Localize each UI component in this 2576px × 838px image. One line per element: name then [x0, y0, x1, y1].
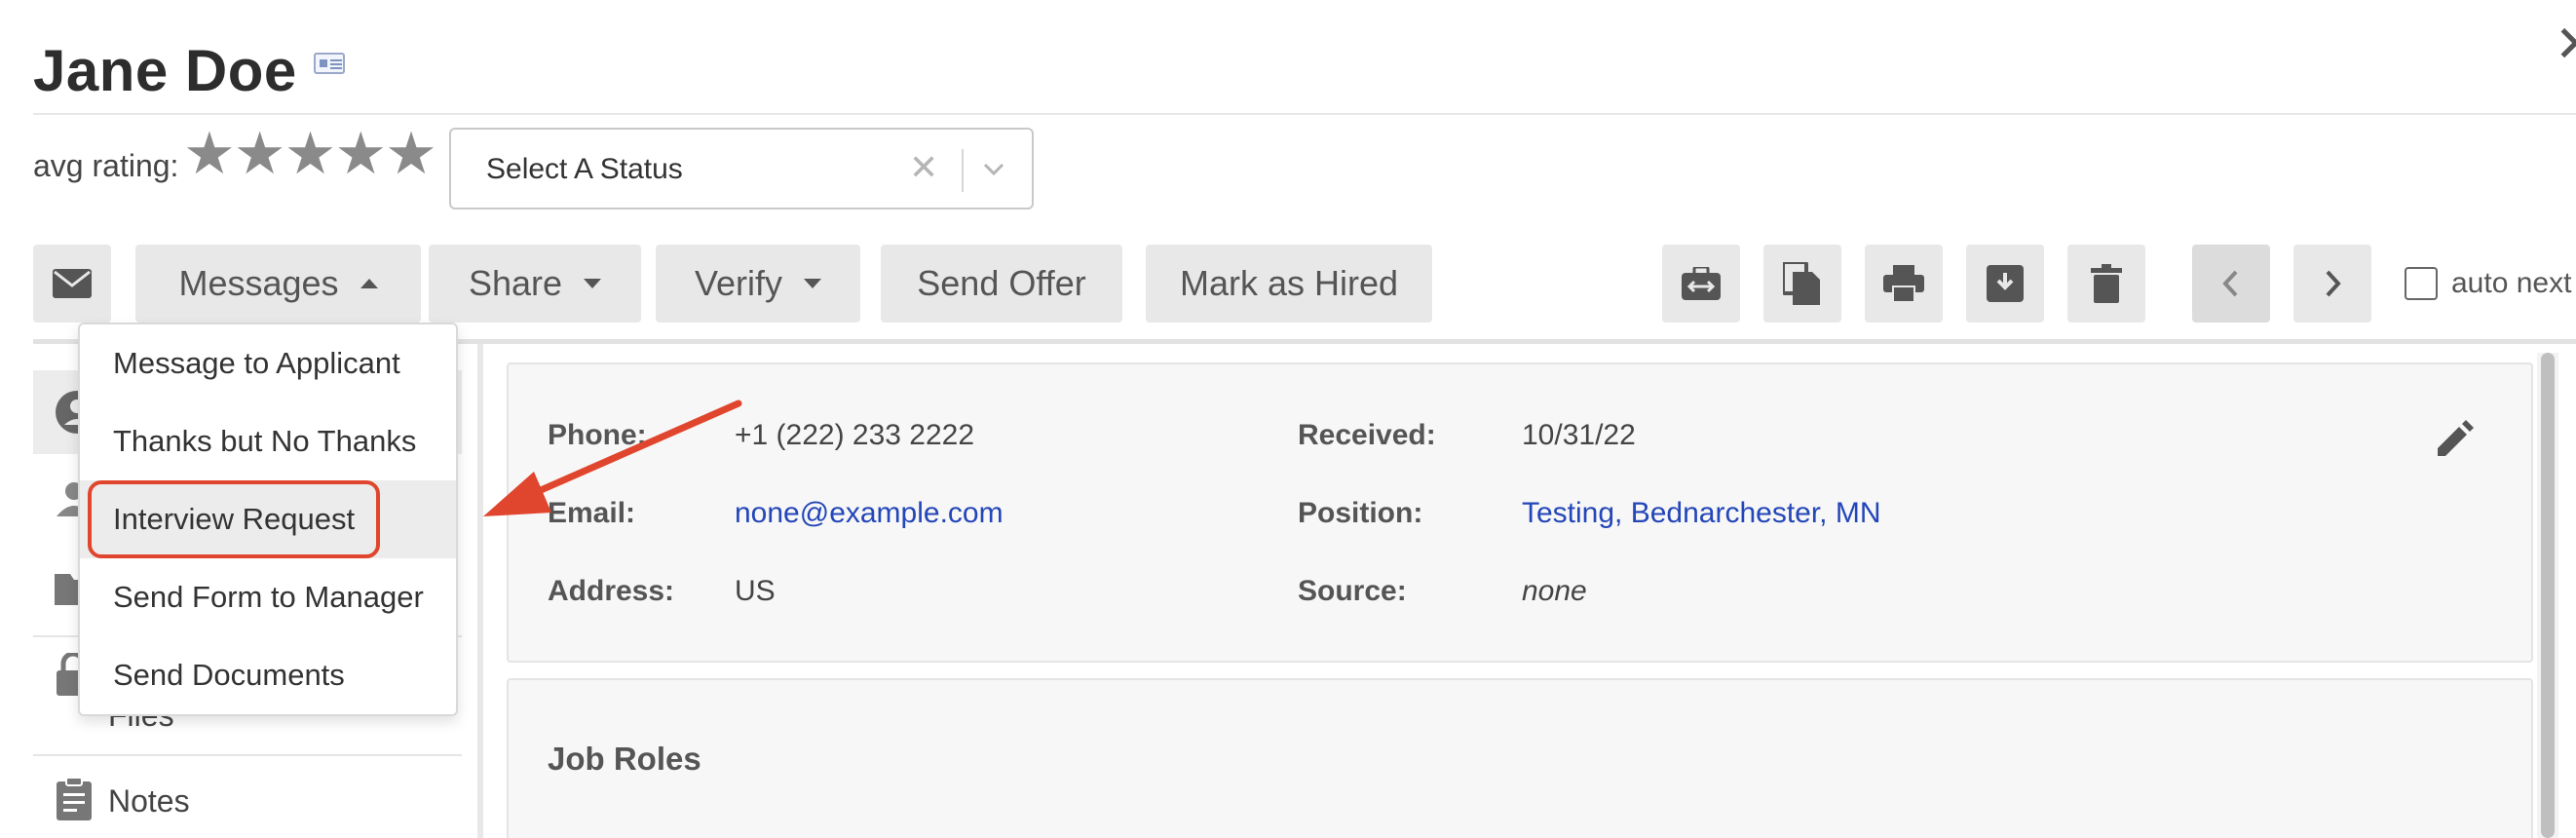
auto-next-label: auto next [2451, 267, 2572, 299]
clear-icon[interactable]: ✕ [909, 147, 938, 188]
job-roles-title: Job Roles [548, 741, 701, 777]
share-button-label: Share [468, 263, 563, 303]
header-divider [33, 113, 2576, 115]
star-rating[interactable]: ★★★★★ [183, 125, 437, 183]
menu-item-send-documents[interactable]: Send Documents [80, 636, 456, 714]
transfer-button[interactable] [1662, 245, 1740, 323]
phone-value: +1 (222) 233 2222 [735, 419, 975, 451]
clipboard-icon [57, 778, 92, 820]
verify-button[interactable]: Verify [656, 245, 860, 323]
received-label: Received: [1298, 419, 1436, 451]
annotation-arrow-icon [483, 400, 742, 516]
next-button[interactable] [2293, 245, 2371, 323]
address-label: Address: [548, 575, 675, 607]
menu-item-send-form-to-manager[interactable]: Send Form to Manager [80, 558, 456, 636]
copy-icon [1783, 262, 1820, 305]
print-icon [1883, 265, 1924, 302]
position-link[interactable]: Testing, Bednarchester, MN [1522, 497, 1881, 530]
sidebar-item-label: Notes [108, 783, 190, 819]
status-select-separator [962, 149, 964, 192]
source-label: Source: [1298, 575, 1407, 607]
messages-button-label: Messages [178, 263, 339, 303]
position-label: Position: [1298, 497, 1423, 529]
annotation-highlight-box [88, 480, 380, 558]
messages-button[interactable]: Messages [135, 245, 421, 323]
source-value: none [1522, 575, 1587, 607]
menu-item-thanks-but-no-thanks[interactable]: Thanks but No Thanks [80, 402, 456, 480]
previous-button[interactable] [2192, 245, 2270, 323]
share-button[interactable]: Share [429, 245, 641, 323]
archive-button[interactable] [1966, 245, 2044, 323]
transfer-icon [1682, 267, 1721, 300]
caret-down-icon [584, 279, 602, 288]
verify-button-label: Verify [694, 263, 783, 303]
delete-button[interactable] [2067, 245, 2145, 323]
trash-icon [2091, 264, 2122, 303]
caret-up-icon [360, 279, 378, 288]
applicant-name: Jane Doe [33, 38, 297, 103]
address-value: US [735, 575, 776, 607]
job-roles-panel: Job Roles [507, 678, 2533, 838]
pencil-icon[interactable] [2434, 419, 2475, 460]
chevron-left-icon [2222, 270, 2238, 297]
status-select-value: Select A Status [486, 153, 683, 185]
auto-next-checkbox[interactable] [2405, 267, 2438, 300]
contact-card-icon[interactable] [314, 53, 345, 74]
caret-down-icon [804, 279, 822, 288]
chevron-down-icon[interactable] [981, 141, 1006, 190]
scrollbar-thumb[interactable] [2541, 353, 2555, 838]
email-link[interactable]: none@example.com [735, 497, 1004, 530]
status-select[interactable]: Select A Status ✕ [449, 128, 1034, 210]
close-icon[interactable]: ✕ [2555, 19, 2576, 70]
rating-label: avg rating: [33, 148, 179, 183]
send-offer-button[interactable]: Send Offer [881, 245, 1122, 323]
mark-as-hired-button[interactable]: Mark as Hired [1146, 245, 1432, 323]
archive-icon [1987, 265, 2024, 302]
chevron-right-icon [2326, 270, 2341, 297]
email-button[interactable] [33, 245, 111, 323]
applicant-details-panel: Phone: +1 (222) 233 2222 Email: none@exa… [507, 362, 2533, 663]
received-value: 10/31/22 [1522, 419, 1636, 451]
print-button[interactable] [1865, 245, 1943, 323]
envelope-icon [53, 269, 92, 298]
copy-button[interactable] [1763, 245, 1841, 323]
sidebar-divider [33, 754, 462, 756]
sidebar-item-notes[interactable] [33, 770, 462, 828]
menu-item-message-to-applicant[interactable]: Message to Applicant [80, 324, 456, 402]
